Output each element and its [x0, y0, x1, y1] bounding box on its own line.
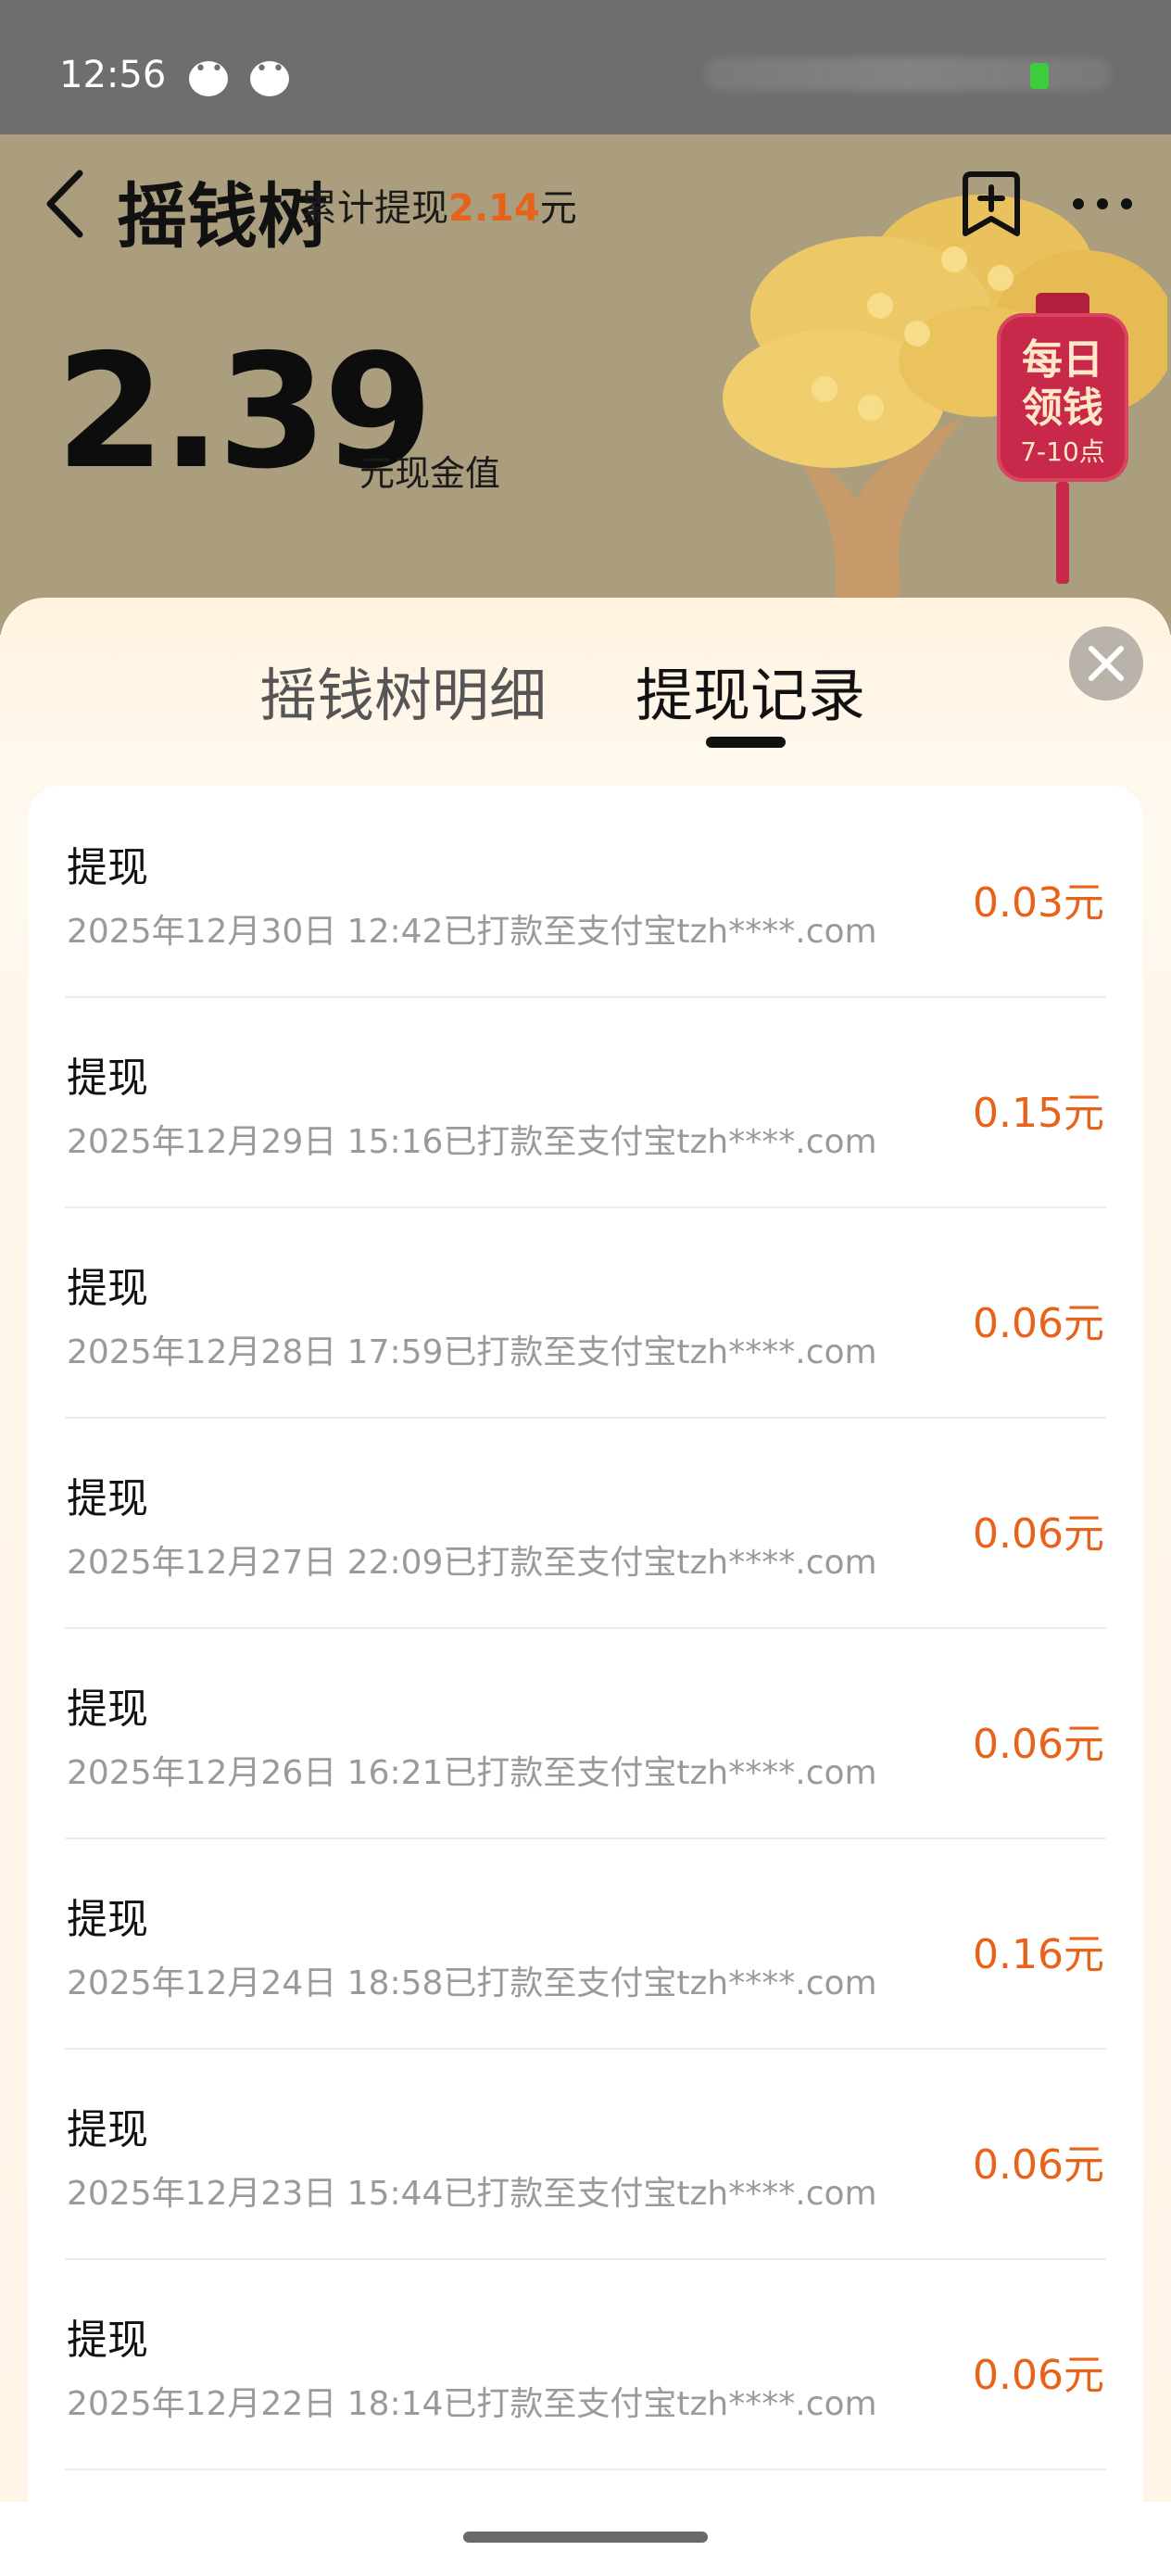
- record-amount: 0.06元: [973, 1721, 1104, 1768]
- record-desc: 2025年12月28日 17:59已打款至支付宝tzh****.com: [67, 1333, 877, 1371]
- cumulative-label: 累计提现: [300, 187, 448, 230]
- record-amount: 0.16元: [973, 1931, 1104, 1978]
- record-amount: 0.06元: [973, 1300, 1104, 1347]
- list-item[interactable]: 提现 2025年12月26日 16:21已打款至支付宝tzh****.com 0…: [65, 1627, 1106, 1839]
- back-arrow-icon: [46, 170, 83, 238]
- back-button[interactable]: [37, 167, 93, 241]
- balance-unit: 元现金值: [359, 453, 501, 494]
- record-title: 提现: [67, 1265, 148, 1312]
- bookmark-add-icon: [963, 171, 1020, 236]
- active-tab-indicator: [706, 737, 786, 748]
- record-desc: 2025年12月23日 15:44已打款至支付宝tzh****.com: [67, 2175, 877, 2213]
- list-item[interactable]: 提现 2025年12月30日 12:42已打款至支付宝tzh****.com 0…: [65, 786, 1106, 998]
- record-amount: 0.06元: [973, 2352, 1104, 2399]
- record-title: 提现: [67, 1686, 148, 1733]
- record-title: 提现: [67, 844, 148, 891]
- more-icon: [1073, 198, 1132, 209]
- record-title: 提现: [67, 2317, 148, 2364]
- record-title: 提现: [67, 1054, 148, 1102]
- status-time: 12:56: [59, 54, 167, 96]
- add-bookmark-button[interactable]: [954, 167, 1028, 241]
- list-item[interactable]: 提现 2025年12月27日 22:09已打款至支付宝tzh****.com 0…: [65, 1417, 1106, 1629]
- list-item[interactable]: 提现 2025年12月24日 18:58已打款至支付宝tzh****.com 0…: [65, 1837, 1106, 2050]
- record-desc: 2025年12月30日 12:42已打款至支付宝tzh****.com: [67, 913, 877, 951]
- list-item[interactable]: 提现 2025年12月23日 15:44已打款至支付宝tzh****.com 0…: [65, 2048, 1106, 2260]
- lantern-tassel: [1056, 482, 1069, 584]
- list-item[interactable]: 提现 2025年12月22日 18:14已打款至支付宝tzh****.com 0…: [65, 2258, 1106, 2470]
- cumulative-unit: 元: [539, 187, 577, 230]
- record-title: 提现: [67, 1475, 148, 1522]
- cumulative-withdrawal: 累计提现2.14元: [300, 178, 577, 232]
- record-desc: 2025年12月29日 15:16已打款至支付宝tzh****.com: [67, 1123, 877, 1161]
- record-desc: 2025年12月22日 18:14已打款至支付宝tzh****.com: [67, 2385, 877, 2423]
- record-desc: 2025年12月24日 18:58已打款至支付宝tzh****.com: [67, 1964, 877, 2002]
- record-amount: 0.06元: [973, 2141, 1104, 2189]
- record-desc: 2025年12月26日 16:21已打款至支付宝tzh****.com: [67, 1754, 877, 1792]
- record-amount: 0.03元: [973, 879, 1104, 927]
- withdrawal-list: 提现 2025年12月30日 12:42已打款至支付宝tzh****.com 0…: [28, 786, 1143, 2509]
- record-amount: 0.06元: [973, 1510, 1104, 1558]
- lantern-time: 7-10点: [1020, 436, 1105, 467]
- battery-icon: [1030, 63, 1049, 89]
- tab-money-tree-detail[interactable]: 摇钱树明细: [259, 649, 547, 732]
- chat-bubble-icon: [250, 57, 289, 96]
- cumulative-amount: 2.14: [448, 187, 540, 230]
- home-indicator[interactable]: [463, 2532, 708, 2543]
- record-desc: 2025年12月27日 22:09已打款至支付宝tzh****.com: [67, 1544, 877, 1582]
- list-item[interactable]: 提现 2025年12月29日 15:16已打款至支付宝tzh****.com 0…: [65, 996, 1106, 1208]
- tab-withdrawal-records[interactable]: 提现记录: [636, 649, 865, 732]
- lantern-text-2: 领钱: [1022, 385, 1103, 432]
- close-icon: [1089, 646, 1124, 681]
- list-item[interactable]: 提现 2025年12月28日 17:59已打款至支付宝tzh****.com 0…: [65, 1206, 1106, 1419]
- page-title: 摇钱树: [117, 175, 328, 258]
- more-button[interactable]: [1065, 176, 1140, 232]
- chat-bubble-icon: [189, 57, 228, 96]
- status-icons-area: [704, 57, 1112, 91]
- record-title: 提现: [67, 2106, 148, 2153]
- status-bar: 12:56: [0, 0, 1171, 134]
- record-amount: 0.15元: [973, 1090, 1104, 1137]
- record-title: 提现: [67, 1896, 148, 1943]
- close-button[interactable]: [1069, 626, 1143, 701]
